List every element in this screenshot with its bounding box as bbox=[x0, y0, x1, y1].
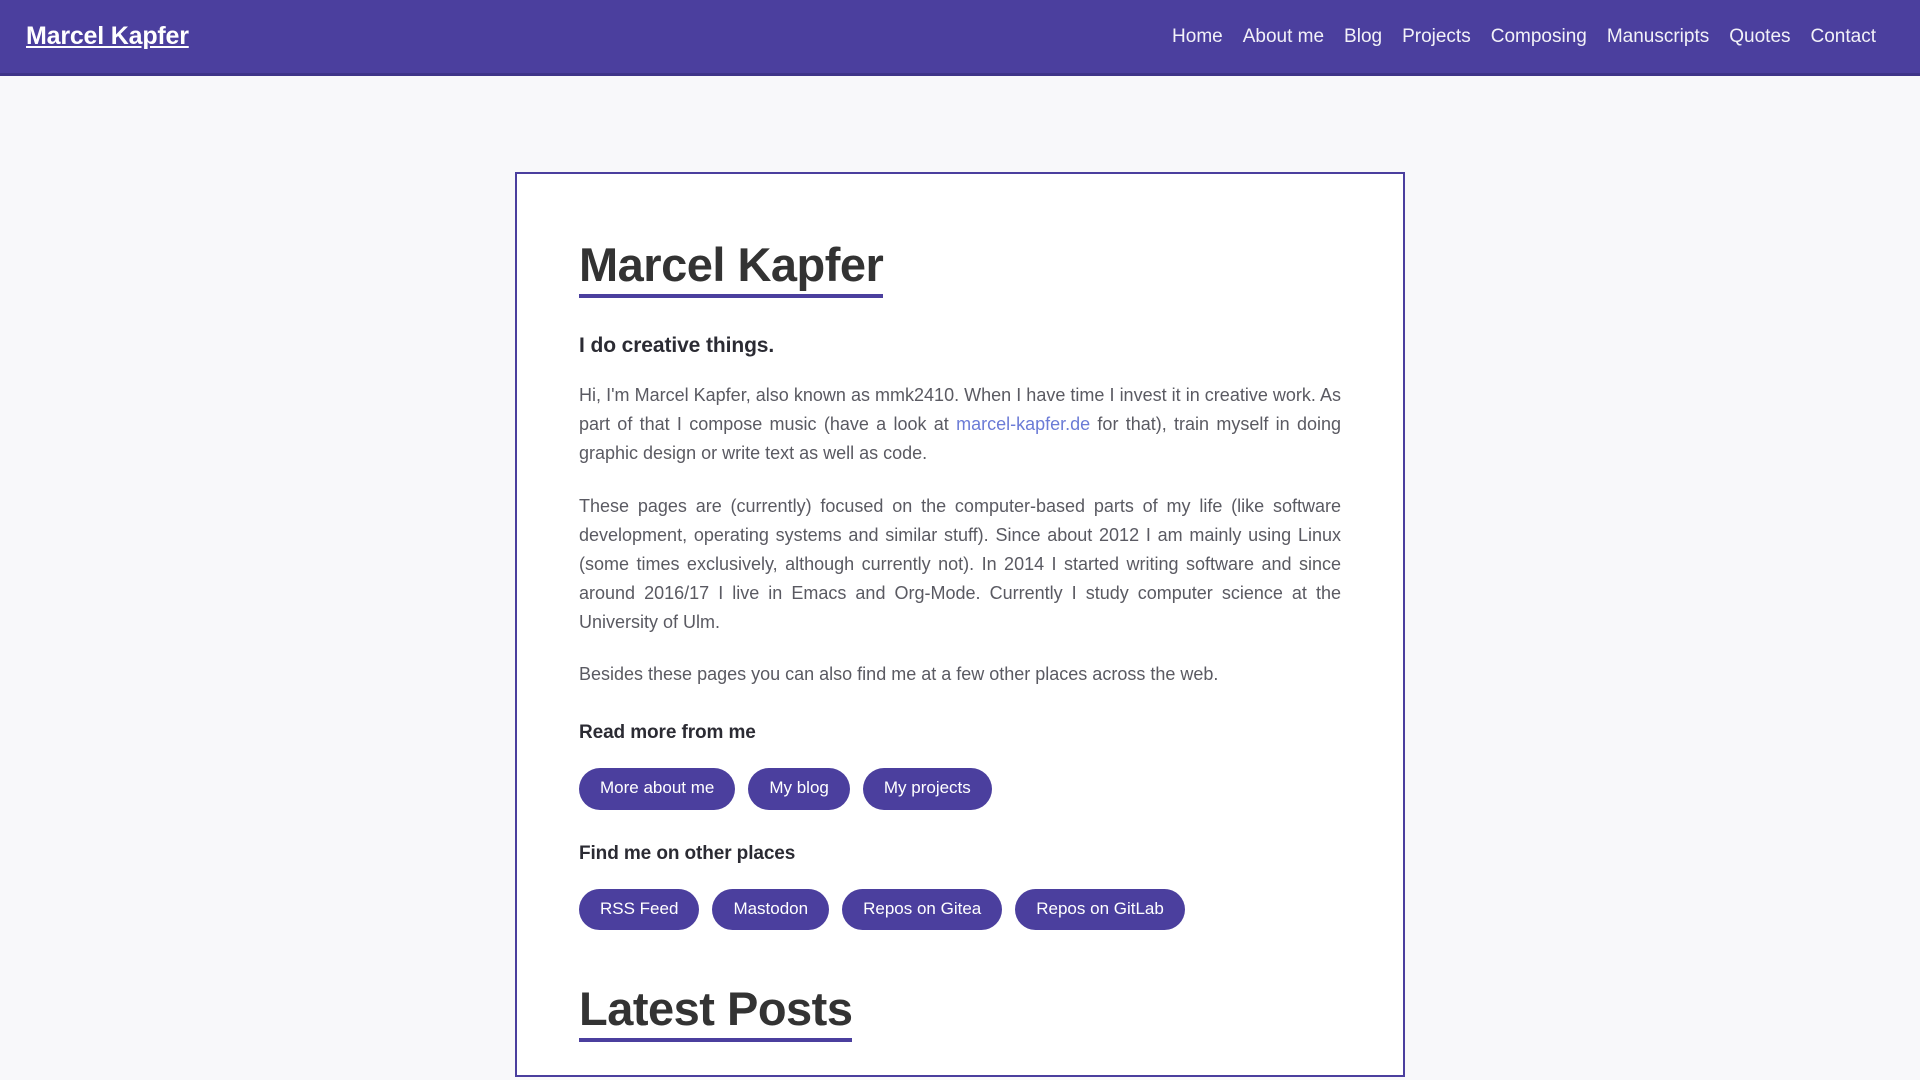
about-paragraph: These pages are (currently) focused on t… bbox=[579, 495, 1341, 633]
find-me-heading: Find me on other places bbox=[579, 842, 796, 864]
button-more-about-me[interactable]: More about me bbox=[579, 768, 736, 810]
content-card: Marcel Kapfer I do creative things. Hi, … bbox=[515, 172, 1405, 1077]
nav-item-composing[interactable]: Composing bbox=[1481, 23, 1597, 50]
site-brand-logo[interactable]: Marcel Kapfer bbox=[26, 22, 189, 51]
nav-item-about-me[interactable]: About me bbox=[1233, 23, 1334, 50]
main-navigation: Home About me Blog Projects Composing Ma… bbox=[1162, 23, 1886, 50]
tagline: I do creative things. bbox=[579, 334, 775, 358]
other-places-button-row: RSS Feed Mastodon Repos on Gitea Repos o… bbox=[579, 888, 1341, 930]
read-more-button-row: More about me My blog My projects bbox=[579, 768, 1341, 810]
button-repos-on-gitea[interactable]: Repos on Gitea bbox=[842, 888, 1003, 930]
button-repos-on-gitlab[interactable]: Repos on GitLab bbox=[1015, 888, 1185, 930]
other-places-paragraph: Besides these pages you can also find me… bbox=[579, 664, 1219, 685]
button-my-projects[interactable]: My projects bbox=[862, 768, 992, 810]
page-body: Marcel Kapfer I do creative things. Hi, … bbox=[0, 76, 1920, 1077]
nav-item-contact[interactable]: Contact bbox=[1801, 23, 1886, 50]
marcel-kapfer-de-link[interactable]: marcel-kapfer.de bbox=[956, 414, 1090, 434]
page-title: Marcel Kapfer bbox=[579, 238, 884, 299]
nav-item-blog[interactable]: Blog bbox=[1334, 23, 1392, 50]
latest-posts-heading: Latest Posts bbox=[579, 982, 853, 1042]
button-rss-feed[interactable]: RSS Feed bbox=[579, 888, 700, 930]
button-my-blog[interactable]: My blog bbox=[748, 768, 850, 810]
nav-item-projects[interactable]: Projects bbox=[1392, 23, 1481, 50]
nav-item-manuscripts[interactable]: Manuscripts bbox=[1597, 23, 1719, 50]
nav-item-home[interactable]: Home bbox=[1162, 23, 1233, 50]
page-title-wrapper: Marcel Kapfer bbox=[579, 230, 1341, 299]
latest-posts-section: Latest Posts bbox=[579, 982, 1341, 1042]
intro-paragraph: Hi, I'm Marcel Kapfer, also known as mmk… bbox=[579, 381, 1341, 468]
site-header: Marcel Kapfer Home About me Blog Project… bbox=[0, 0, 1920, 76]
nav-item-quotes[interactable]: Quotes bbox=[1719, 23, 1800, 50]
button-mastodon[interactable]: Mastodon bbox=[712, 888, 830, 930]
read-more-heading: Read more from me bbox=[579, 722, 756, 744]
